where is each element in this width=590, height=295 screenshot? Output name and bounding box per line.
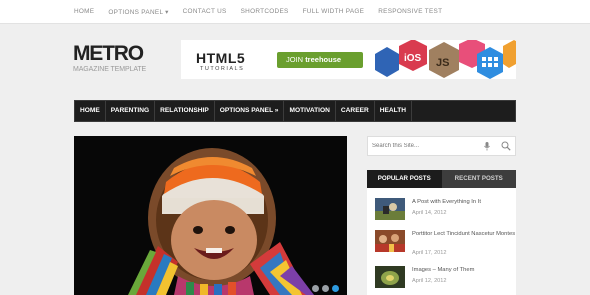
tab-popular-posts[interactable]: POPULAR POSTS [367,170,442,188]
banner-button-brand: treehouse [305,55,342,64]
list-item[interactable]: Images – Many of Them April 12, 2012 [375,266,512,290]
main-nav-career[interactable]: CAREER [336,101,375,121]
top-nav-options-panel[interactable]: OPTIONS PANEL ▾ [108,8,168,16]
main-nav-relationship[interactable]: RELATIONSHIP [155,101,215,121]
badge-ios-label: iOS [404,53,422,64]
main-nav-parenting[interactable]: PARENTING [106,101,156,121]
post-thumbnail[interactable] [375,198,405,220]
post-date: April 14, 2012 [412,210,447,216]
hex-orange-badge [503,40,516,68]
sidebar-tabs: POPULAR POSTS RECENT POSTS [367,170,516,188]
banner-join-button[interactable]: JOIN treehouse [277,52,363,68]
post-date: April 12, 2012 [412,278,447,284]
top-nav-full-width-page[interactable]: FULL WIDTH PAGE [303,8,365,16]
slider-dot-2[interactable] [322,285,329,292]
main-nav-home[interactable]: HOME [75,101,106,121]
top-nav-home[interactable]: HOME [74,8,94,16]
list-item[interactable]: Porttitor Lect Tincidunt Nascetur Montes… [375,230,515,256]
top-nav-shortcodes[interactable]: SHORTCODES [241,8,289,16]
baby-photo-illustration [74,136,347,295]
banner-ad[interactable]: HTML5 TUTORIALS JOIN treehouse iOS JS [181,40,516,79]
main-nav: HOME PARENTING RELATIONSHIP OPTIONS PANE… [74,100,516,122]
popular-posts-list: A Post with Everything In It April 14, 2… [367,188,516,295]
main-nav-health[interactable]: HEALTH [375,101,412,121]
banner-subheading: TUTORIALS [200,66,245,72]
post-thumbnail[interactable] [375,266,405,288]
post-thumbnail[interactable] [375,230,405,252]
top-nav-contact-us[interactable]: CONTACT US [183,8,227,16]
main-nav-options-panel[interactable]: OPTIONS PANEL » [215,101,285,121]
site-logo[interactable]: METRO MAGAZINE TEMPLATE [73,42,147,73]
banner-button-prefix: JOIN [286,55,304,64]
slider-dot-3[interactable] [332,285,339,292]
featured-slider-image[interactable] [74,136,347,295]
badge-js-label: JS [436,57,449,69]
post-title[interactable]: Images – Many of Them [412,266,516,274]
search-input[interactable] [372,140,478,152]
logo-subtitle: MAGAZINE TEMPLATE [73,66,147,73]
logo-title: METRO [73,42,144,65]
top-bar: HOME OPTIONS PANEL ▾ CONTACT US SHORTCOD… [0,0,590,24]
post-title[interactable]: Porttitor Lect Tincidunt Nascetur Montes [412,230,516,238]
slider-pagination [312,285,339,292]
banner-heading: HTML5 [196,50,246,66]
top-nav: HOME OPTIONS PANEL ▾ CONTACT US SHORTCOD… [74,8,442,16]
slider-dot-1[interactable] [312,285,319,292]
post-title[interactable]: A Post with Everything In It [412,198,516,206]
list-item[interactable]: A Post with Everything In It April 14, 2… [375,198,512,222]
tab-recent-posts[interactable]: RECENT POSTS [441,170,516,188]
main-nav-motivation[interactable]: MOTIVATION [284,101,336,121]
search-icon[interactable] [501,141,511,151]
sidebar-search [367,136,516,156]
microphone-icon[interactable] [484,142,490,151]
hex-blue-badge [375,47,399,77]
banner-hex-badges-graphic: iOS JS [375,40,516,79]
top-nav-responsive-test[interactable]: RESPONSIVE TEST [378,8,442,16]
post-date: April 17, 2012 [412,250,447,256]
